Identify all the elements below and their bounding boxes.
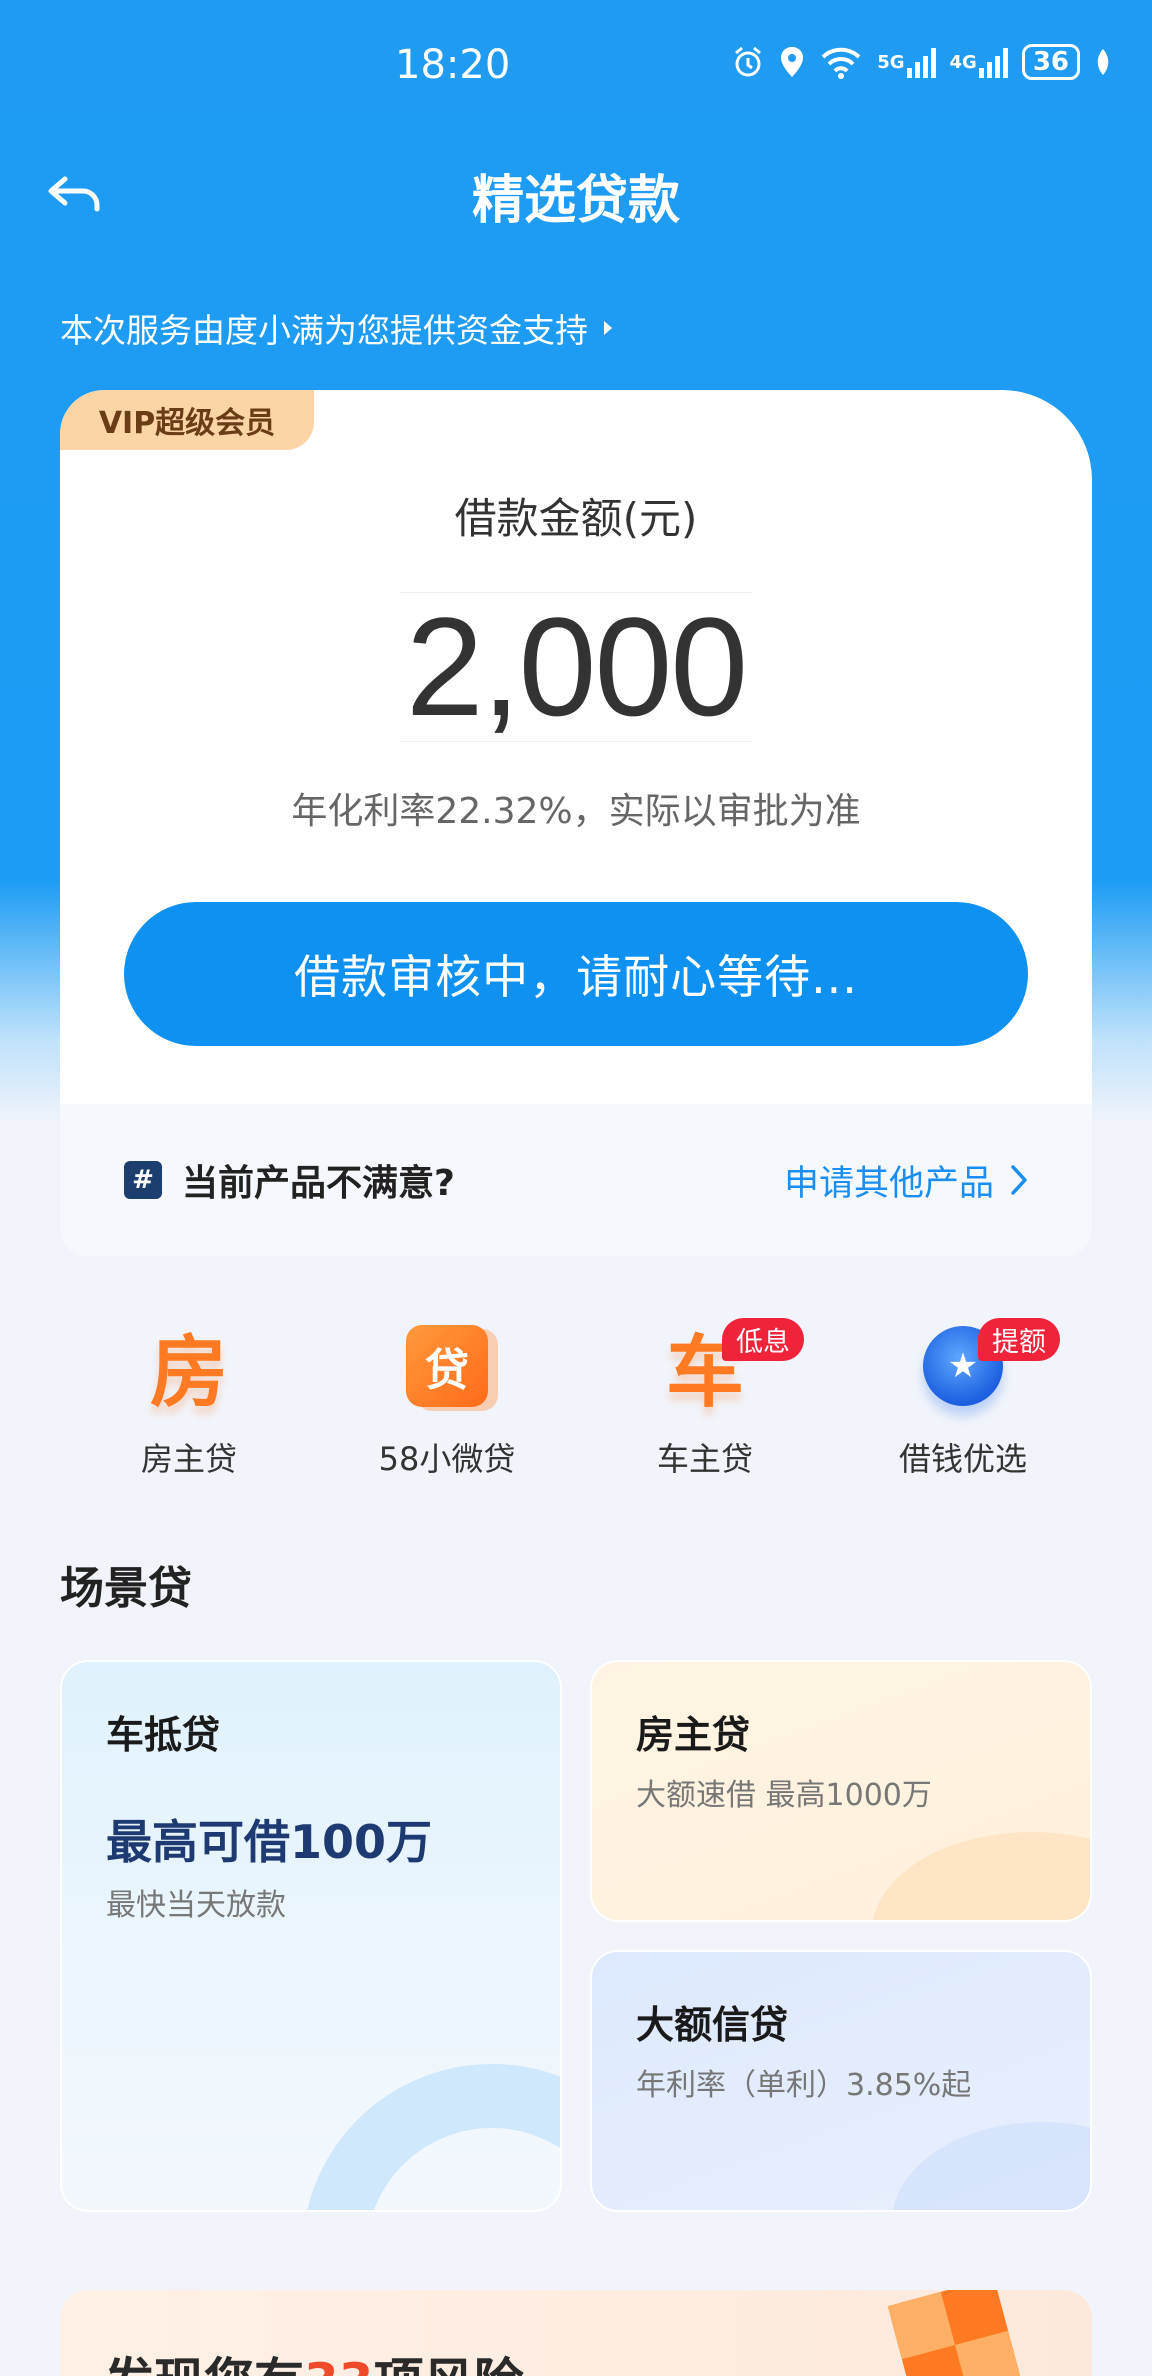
wifi-icon (819, 44, 863, 80)
signal-4g-icon: 4G (950, 44, 1008, 80)
low-interest-tag: 低息 (722, 1318, 804, 1361)
amount-value: 2,000 (405, 588, 748, 745)
card-title: 房主贷 (636, 1713, 751, 1757)
large-credit-card[interactable]: 大额信贷 年利率（单利）3.85%起 (590, 1950, 1092, 2212)
card-subtitle: 年利率（单利）3.85%起 (636, 2068, 972, 2103)
car-mortgage-card[interactable]: 车抵贷 最高可借100万 最快当天放款 (60, 1660, 562, 2212)
amount-label: 借款金额(元) (454, 494, 698, 543)
decorative-arc (302, 2064, 560, 2210)
network-4g-label: 4G (949, 51, 977, 73)
quick-item-58-micro-loan[interactable]: 贷 58小微贷 (318, 1320, 576, 1490)
amount-display: 2,000 (400, 588, 752, 745)
network-5g-label: 5G (877, 51, 905, 73)
quick-item-label: 车主贷 (656, 1440, 753, 1478)
house-glyph: 房 (149, 1328, 228, 1418)
risk-count: 33 (304, 2353, 374, 2376)
shield-checker-icon (887, 2290, 1023, 2376)
status-bar: 18:20 5G 4G 36 (0, 0, 1152, 130)
decorative-wave (892, 2122, 1090, 2210)
location-icon (779, 44, 805, 80)
risk-suffix: 项风险 (374, 2353, 524, 2376)
apply-other-label: 申请其他产品 (783, 1163, 994, 1204)
limit-increase-tag: 提额 (978, 1318, 1060, 1361)
risk-text: 发现您有33项风险 (104, 2342, 524, 2376)
funding-note-text: 本次服务由度小满为您提供资金支持 (60, 311, 588, 350)
alarm-icon (731, 44, 765, 80)
page-title: 精选贷款 (471, 171, 680, 231)
unsatisfied-question: 当前产品不满意? (182, 1163, 455, 1204)
hash-icon: # (124, 1161, 162, 1199)
quick-item-car-loan[interactable]: 车 低息 车主贷 (576, 1318, 834, 1490)
signal-5g-icon: 5G (877, 44, 936, 80)
loan-review-button[interactable]: 借款审核中，请耐心等待... (124, 902, 1028, 1046)
status-time: 18:20 (395, 42, 511, 88)
funding-note-link[interactable]: 本次服务由度小满为您提供资金支持 (60, 304, 614, 352)
card-subtitle: 最快当天放款 (106, 1888, 286, 1923)
quick-item-house-loan[interactable]: 房 房主贷 (60, 1320, 318, 1490)
apply-other-products-link[interactable]: 申请其他产品 (784, 1155, 1028, 1206)
house-glyph-icon: 房 (143, 1320, 235, 1418)
vip-badge: VIP超级会员 (60, 390, 314, 450)
quick-item-borrow-select[interactable]: ★ 提额 借钱优选 (834, 1318, 1092, 1490)
card-title: 车抵贷 (106, 1713, 221, 1757)
quick-products: 房 房主贷 贷 58小微贷 车 低息 车主贷 ★ 提额 借钱优选 (60, 1318, 1092, 1490)
quick-item-label: 房主贷 (140, 1440, 237, 1478)
card-title: 大额信贷 (636, 2003, 789, 2047)
card-footer: # 当前产品不满意? 申请其他产品 (60, 1104, 1092, 1256)
status-icons: 5G 4G 36 (731, 44, 1112, 80)
loan-card: VIP超级会员 借款金额(元) 2,000 年化利率22.32%，实际以审批为准… (60, 390, 1092, 1256)
risk-prefix: 发现您有 (104, 2353, 304, 2376)
leaf-icon (1094, 44, 1112, 80)
card-headline: 最高可借100万 (106, 1815, 433, 1869)
house-loan-card[interactable]: 房主贷 大额速借 最高1000万 (590, 1660, 1092, 1922)
loan-box-icon: 贷 (401, 1320, 493, 1412)
loan-glyph: 贷 (406, 1325, 488, 1407)
rate-note: 年化利率22.32%，实际以审批为准 (291, 791, 861, 832)
caret-right-icon (604, 321, 612, 335)
chevron-right-icon (1011, 1165, 1027, 1195)
quick-item-label: 借钱优选 (898, 1440, 1027, 1478)
card-subtitle: 大额速借 最高1000万 (636, 1778, 932, 1813)
decorative-wave (872, 1832, 1090, 1920)
quick-item-label: 58小微贷 (378, 1440, 516, 1478)
scene-loans-title: 场景贷 (60, 1563, 192, 1614)
battery-indicator: 36 (1021, 44, 1080, 80)
risk-banner[interactable]: 发现您有33项风险 (60, 2290, 1092, 2376)
